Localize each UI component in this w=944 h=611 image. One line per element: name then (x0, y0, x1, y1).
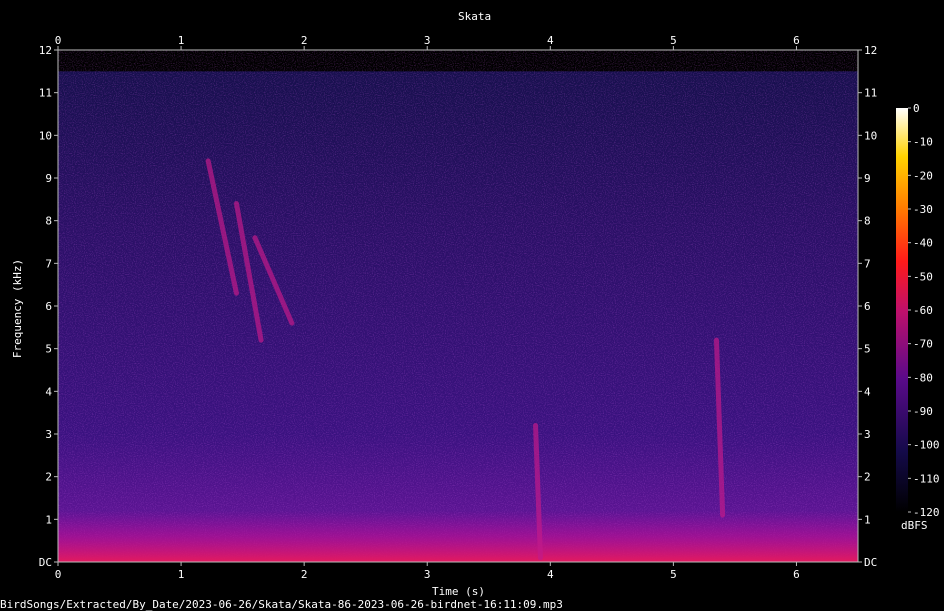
y-tick-left-label-12: 12 (39, 44, 52, 57)
x-tick-top-label-0: 0 (55, 34, 62, 47)
colorbar-gradient (896, 108, 908, 512)
colorbar-tick-label-6: -60 (913, 304, 933, 317)
y-tick-right-label-5: 5 (864, 343, 871, 356)
y-tick-right-label-8: 8 (864, 215, 871, 228)
y-tick-left-label-2: 2 (45, 471, 52, 484)
colorbar: 0 -10 -20 -30 -40 -50 -60 -70 -80 -90 -100 -110 -120 (896, 102, 940, 519)
colorbar-tick-label-8: -80 (913, 371, 933, 384)
colorbar-tick-label-10: -100 (913, 439, 940, 452)
x-axis-label: Time (s) (432, 585, 485, 598)
colorbar-tick-label-3: -30 (913, 203, 933, 216)
spectrogram-plot-area (58, 50, 858, 562)
x-tick-top-label-1: 1 (178, 34, 185, 47)
x-tick-top-label-4: 4 (547, 34, 554, 47)
x-tick-bottom-label-0: 0 (55, 568, 62, 581)
x-tick-top-label-3: 3 (424, 34, 431, 47)
y-tick-left-label-5: 5 (45, 343, 52, 356)
y-tick-right-label-4: 4 (864, 385, 871, 398)
y-tick-left-label-0: DC (39, 556, 52, 569)
y-tick-left-label-11: 11 (39, 87, 52, 100)
y-tick-right-label-7: 7 (864, 257, 871, 270)
x-tick-top-label-6: 6 (793, 34, 800, 47)
colorbar-tick-label-4: -40 (913, 237, 933, 250)
y-axis-right: DC123456789101112 (858, 44, 877, 569)
colorbar-tick-label-5: -50 (913, 270, 933, 283)
x-tick-top-label-5: 5 (670, 34, 677, 47)
y-tick-left-label-9: 9 (45, 172, 52, 185)
colorbar-tick-label-9: -90 (913, 405, 933, 418)
y-tick-left-label-10: 10 (39, 129, 52, 142)
colorbar-tick-label-0: 0 (913, 102, 920, 115)
y-tick-right-label-10: 10 (864, 129, 877, 142)
y-tick-right-label-3: 3 (864, 428, 871, 441)
colorbar-tick-label-12: -120 (913, 506, 940, 519)
y-tick-right-label-0: DC (864, 556, 877, 569)
x-tick-top-label-2: 2 (301, 34, 308, 47)
y-tick-left-label-8: 8 (45, 215, 52, 228)
x-tick-bottom-label-2: 2 (301, 568, 308, 581)
colorbar-tick-label-7: -70 (913, 338, 933, 351)
colorbar-tick-label-11: -110 (913, 472, 940, 485)
y-axis-label: Frequency (kHz) (11, 258, 25, 359)
y-tick-right-label-2: 2 (864, 471, 871, 484)
y-tick-left-label-4: 4 (45, 385, 52, 398)
x-tick-bottom-label-6: 6 (793, 568, 800, 581)
spectrogram-low-frequency-band (58, 510, 858, 562)
y-tick-right-label-9: 9 (864, 172, 871, 185)
y-tick-right-label-1: 1 (864, 513, 871, 526)
y-tick-right-label-6: 6 (864, 300, 871, 313)
y-tick-left-label-7: 7 (45, 257, 52, 270)
spectrogram-noise-texture (58, 50, 858, 562)
colorbar-ticks: 0 -10 -20 -30 -40 -50 -60 -70 -80 -90 -100 -110 -120 (908, 102, 940, 519)
y-tick-left-label-1: 1 (45, 513, 52, 526)
x-axis-top: 0 1 2 3 4 5 6 (55, 34, 800, 50)
x-tick-bottom-label-4: 4 (547, 568, 554, 581)
y-axis-left: DC123456789101112 (39, 44, 58, 569)
chart-title: Skata (458, 10, 492, 23)
y-tick-right-label-12: 12 (864, 44, 877, 57)
colorbar-tick-label-2: -20 (913, 169, 933, 182)
x-tick-bottom-label-1: 1 (178, 568, 185, 581)
file-path-footer: BirdSongs/Extracted/By_Date/2023-06-26/S… (0, 598, 563, 611)
y-tick-left-label-6: 6 (45, 300, 52, 313)
spectrogram-figure: 0123456 0123456 DC123456789101112 DC1234… (39, 34, 940, 581)
y-tick-right-label-11: 11 (864, 87, 877, 100)
colorbar-tick-label-1: -10 (913, 136, 933, 149)
y-tick-left-label-3: 3 (45, 428, 52, 441)
x-tick-bottom-label-3: 3 (424, 568, 431, 581)
colorbar-label: dBFS (901, 519, 928, 532)
x-tick-bottom-label-5: 5 (670, 568, 677, 581)
x-axis-bottom: 0 1 2 3 4 5 6 (55, 562, 800, 581)
